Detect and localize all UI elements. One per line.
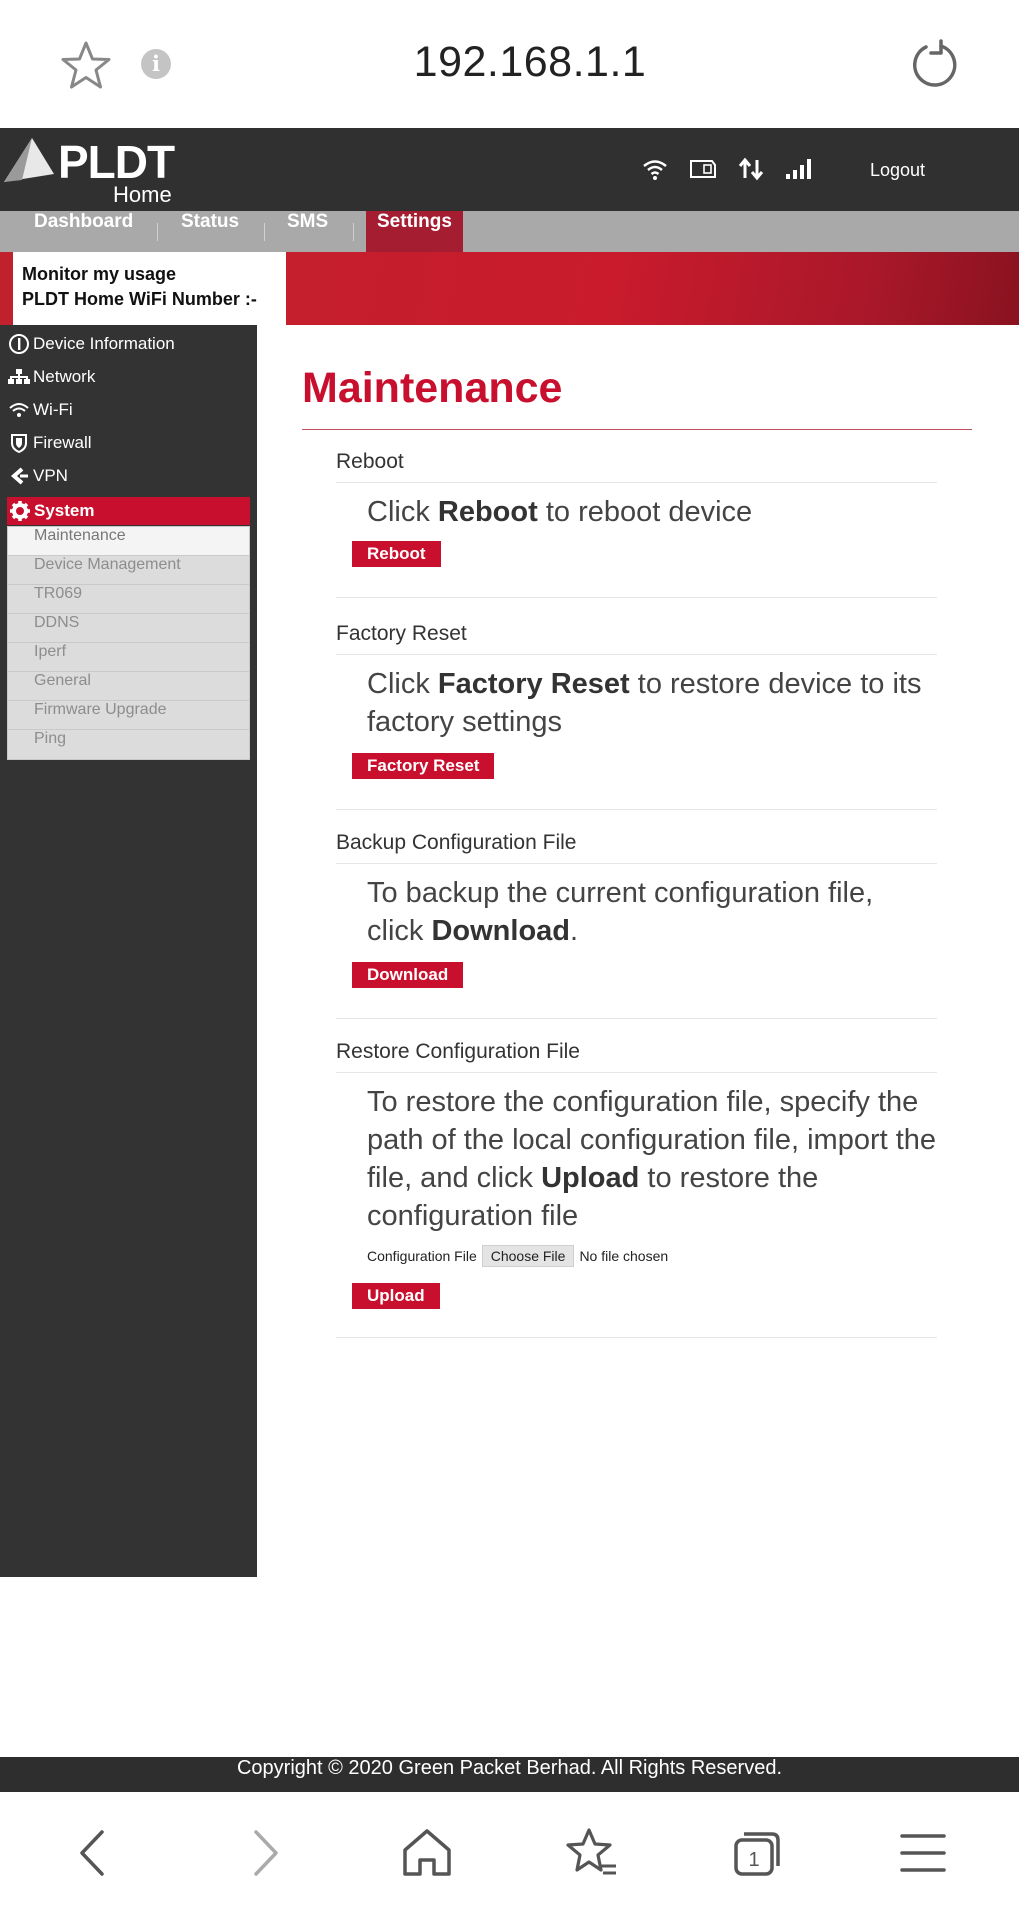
sidebar-item-label: Firewall xyxy=(33,433,92,452)
sidebar: Device Information Network Wi-Fi Firewal… xyxy=(0,325,257,1577)
section-title: Reboot xyxy=(336,445,937,483)
section-title: Backup Configuration File xyxy=(336,826,937,864)
shield-icon xyxy=(11,434,27,454)
factory-reset-button[interactable]: Factory Reset xyxy=(352,753,495,779)
browser-bottom-bar: 1 xyxy=(0,1792,1019,1920)
tab-status[interactable]: Status xyxy=(181,211,239,252)
info-circle-icon xyxy=(9,334,29,354)
submenu-item-firmware-upgrade[interactable]: Firmware Upgrade xyxy=(8,701,249,730)
menu-icon[interactable] xyxy=(892,1822,954,1884)
submenu-item-device-management[interactable]: Device Management xyxy=(8,556,249,585)
status-icons xyxy=(640,154,814,184)
logout-link[interactable]: Logout xyxy=(870,160,925,181)
network-icon xyxy=(8,369,30,384)
factory-reset-section: Factory Reset Click Factory Reset to res… xyxy=(336,617,937,810)
wifi-icon xyxy=(9,403,29,417)
section-divider xyxy=(336,1337,937,1338)
file-status: No file chosen xyxy=(579,1248,669,1264)
section-divider xyxy=(336,809,937,810)
system-submenu: Maintenance Device Management TR069 DDNS… xyxy=(7,526,250,760)
data-transfer-icon xyxy=(738,157,764,181)
sim-card-icon xyxy=(690,160,716,178)
sidebar-item-device-information[interactable]: Device Information xyxy=(8,330,175,358)
section-description: To backup the current configuration file… xyxy=(367,877,874,947)
submenu-item-ping[interactable]: Ping xyxy=(8,730,249,759)
sidebar-item-label: Device Information xyxy=(33,334,175,353)
section-description: Click Reboot to reboot device xyxy=(367,496,753,528)
wifi-icon xyxy=(643,160,667,180)
section-description: Click Factory Reset to restore device to… xyxy=(367,668,922,738)
brand-name: PLDT xyxy=(58,136,175,188)
backup-section: Backup Configuration File To backup the … xyxy=(336,826,937,1019)
sidebar-item-wifi[interactable]: Wi-Fi xyxy=(8,396,73,424)
back-icon[interactable] xyxy=(64,1822,126,1884)
bookmarks-icon[interactable] xyxy=(560,1822,622,1884)
sidebar-item-label: Wi-Fi xyxy=(33,400,73,419)
gear-icon xyxy=(10,501,30,521)
section-divider xyxy=(336,1018,937,1019)
submenu-item-general[interactable]: General xyxy=(8,672,249,701)
brand-sub: Home xyxy=(113,182,172,207)
copyright-footer: Copyright © 2020 Green Packet Berhad. Al… xyxy=(0,1757,1019,1792)
restore-section: Restore Configuration File To restore th… xyxy=(336,1035,937,1338)
forward-icon[interactable] xyxy=(232,1822,294,1884)
vpn-icon xyxy=(10,467,28,485)
nav-separator xyxy=(264,223,265,241)
nav-separator xyxy=(353,223,354,241)
home-icon[interactable] xyxy=(396,1822,458,1884)
title-divider xyxy=(302,429,972,430)
reboot-button[interactable]: Reboot xyxy=(352,541,441,567)
info-icon[interactable]: i xyxy=(141,49,171,79)
sidebar-item-network[interactable]: Network xyxy=(8,363,95,391)
browser-url-bar: i 192.168.1.1 xyxy=(0,0,1019,128)
pldt-logo: PLDT Home xyxy=(0,132,190,208)
submenu-item-ddns[interactable]: DDNS xyxy=(8,614,249,643)
submenu-item-tr069[interactable]: TR069 xyxy=(8,585,249,614)
section-description: To restore the configuration file, speci… xyxy=(367,1086,937,1232)
logo-mark-icon xyxy=(4,138,54,182)
upload-button[interactable]: Upload xyxy=(352,1283,440,1309)
section-title: Factory Reset xyxy=(336,617,937,655)
file-input-row: Configuration File Choose File No file c… xyxy=(367,1245,937,1267)
sidebar-item-vpn[interactable]: VPN xyxy=(8,462,68,490)
submenu-item-maintenance[interactable]: Maintenance xyxy=(8,527,249,556)
sidebar-item-label: Network xyxy=(33,367,96,386)
usage-banner: Monitor my usage PLDT Home WiFi Number :… xyxy=(0,252,1019,325)
download-button[interactable]: Download xyxy=(352,962,464,988)
page-title: Maintenance xyxy=(302,364,563,412)
sidebar-item-system[interactable]: System xyxy=(7,497,250,525)
sidebar-item-label: System xyxy=(34,501,95,520)
tab-settings[interactable]: Settings xyxy=(366,211,463,252)
tab-count: 1 xyxy=(748,1849,759,1871)
tab-sms[interactable]: SMS xyxy=(287,211,328,252)
tabs-icon[interactable]: 1 xyxy=(726,1822,788,1884)
sidebar-item-firewall[interactable]: Firewall xyxy=(8,429,92,457)
star-icon[interactable] xyxy=(58,38,114,94)
reboot-section: Reboot Click Reboot to reboot device Reb… xyxy=(336,445,937,598)
banner-line-2: PLDT Home WiFi Number :- xyxy=(22,289,257,309)
file-label: Configuration File xyxy=(367,1248,477,1264)
submenu-item-iperf[interactable]: Iperf xyxy=(8,643,249,672)
nav-separator xyxy=(157,223,158,241)
usage-box[interactable]: Monitor my usage PLDT Home WiFi Number :… xyxy=(10,252,286,325)
signal-icon xyxy=(786,159,811,179)
url-text[interactable]: 192.168.1.1 xyxy=(300,38,760,87)
tab-dashboard[interactable]: Dashboard xyxy=(34,211,133,252)
router-header: PLDT Home Logout xyxy=(0,128,1019,211)
section-title: Restore Configuration File xyxy=(336,1035,937,1073)
reload-icon[interactable] xyxy=(906,38,960,92)
banner-line-1: Monitor my usage xyxy=(22,264,177,284)
main-nav: Dashboard Status SMS Settings xyxy=(0,211,1019,252)
section-divider xyxy=(336,597,937,598)
choose-file-button[interactable]: Choose File xyxy=(481,1245,575,1267)
sidebar-item-label: VPN xyxy=(33,466,68,485)
